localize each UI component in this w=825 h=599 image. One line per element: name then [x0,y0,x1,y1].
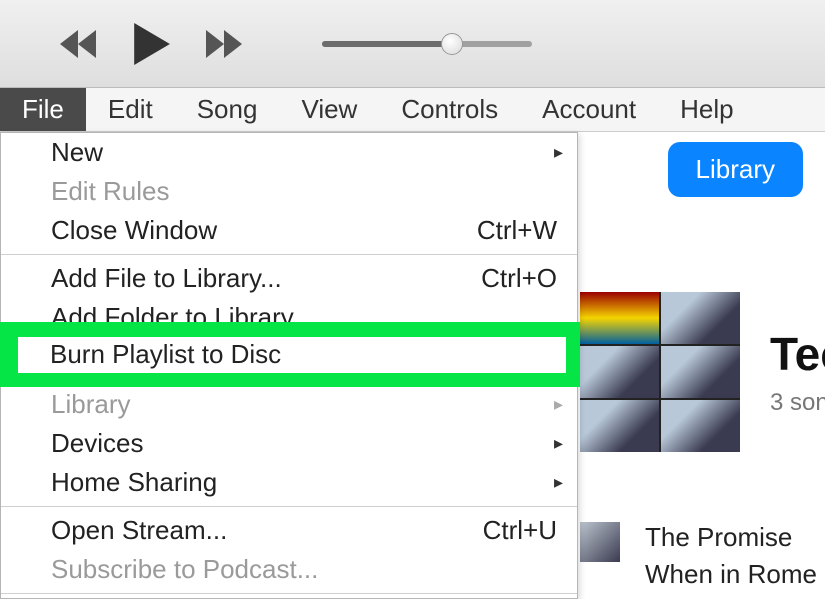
album-title: Tech [770,327,825,381]
menu-bar: File Edit Song View Controls Account Hel… [0,88,825,132]
menu-new-label: New [51,137,103,168]
album-info: Tech 3 songs • [770,327,825,417]
volume-slider[interactable] [322,41,532,47]
album-subtitle: 3 songs • [770,389,825,417]
menu-burn[interactable]: Burn Playlist to Disc [18,337,566,373]
menu-edit-rules-label: Edit Rules [51,176,170,207]
menu-help[interactable]: Help [658,88,755,131]
highlight-box: Burn Playlist to Disc [0,322,580,387]
track-item[interactable]: When in Rome [645,559,817,590]
menu-song[interactable]: Song [175,88,280,131]
album-art [580,292,740,452]
menu-devices[interactable]: Devices [1,424,577,463]
menu-home-sharing[interactable]: Home Sharing [1,463,577,502]
separator [1,593,577,594]
menu-library-label: Library [51,389,130,420]
album-block: Tech 3 songs • [580,292,825,452]
shortcut-close: Ctrl+W [477,215,557,246]
menu-open-stream[interactable]: Open Stream... Ctrl+U [1,511,577,550]
menu-library[interactable]: Library [1,385,577,424]
menu-view[interactable]: View [279,88,379,131]
menu-edit-rules: Edit Rules [1,172,577,211]
menu-account[interactable]: Account [520,88,658,131]
menu-close-window[interactable]: Close Window Ctrl+W [1,211,577,250]
menu-subscribe-label: Subscribe to Podcast... [51,554,318,585]
track-block: The Promise When in Rome [580,522,817,590]
slider-fill [322,41,452,47]
track-list: The Promise When in Rome [645,522,817,590]
player-bar [0,0,825,88]
slider-thumb[interactable] [441,33,463,55]
menu-add-file-label: Add File to Library... [51,263,282,294]
separator [1,254,577,255]
menu-edit[interactable]: Edit [86,88,175,131]
separator [1,506,577,507]
track-item[interactable]: The Promise [645,522,817,553]
mini-album-art [580,522,620,562]
menu-file[interactable]: File [0,88,86,131]
play-icon[interactable] [130,23,172,65]
menu-add-file[interactable]: Add File to Library... Ctrl+O [1,259,577,298]
previous-icon[interactable] [60,30,96,58]
menu-close-window-label: Close Window [51,215,217,246]
menu-devices-label: Devices [51,428,143,459]
shortcut-add-file: Ctrl+O [481,263,557,294]
menu-open-stream-label: Open Stream... [51,515,227,546]
menu-controls[interactable]: Controls [379,88,520,131]
shortcut-open-stream: Ctrl+U [483,515,557,546]
next-icon[interactable] [206,30,242,58]
library-button[interactable]: Library [668,142,803,197]
menu-new[interactable]: New [1,133,577,172]
menu-home-sharing-label: Home Sharing [51,467,217,498]
menu-subscribe: Subscribe to Podcast... [1,550,577,589]
menu-burn-label: Burn Playlist to Disc [50,339,281,370]
play-controls [60,23,242,65]
